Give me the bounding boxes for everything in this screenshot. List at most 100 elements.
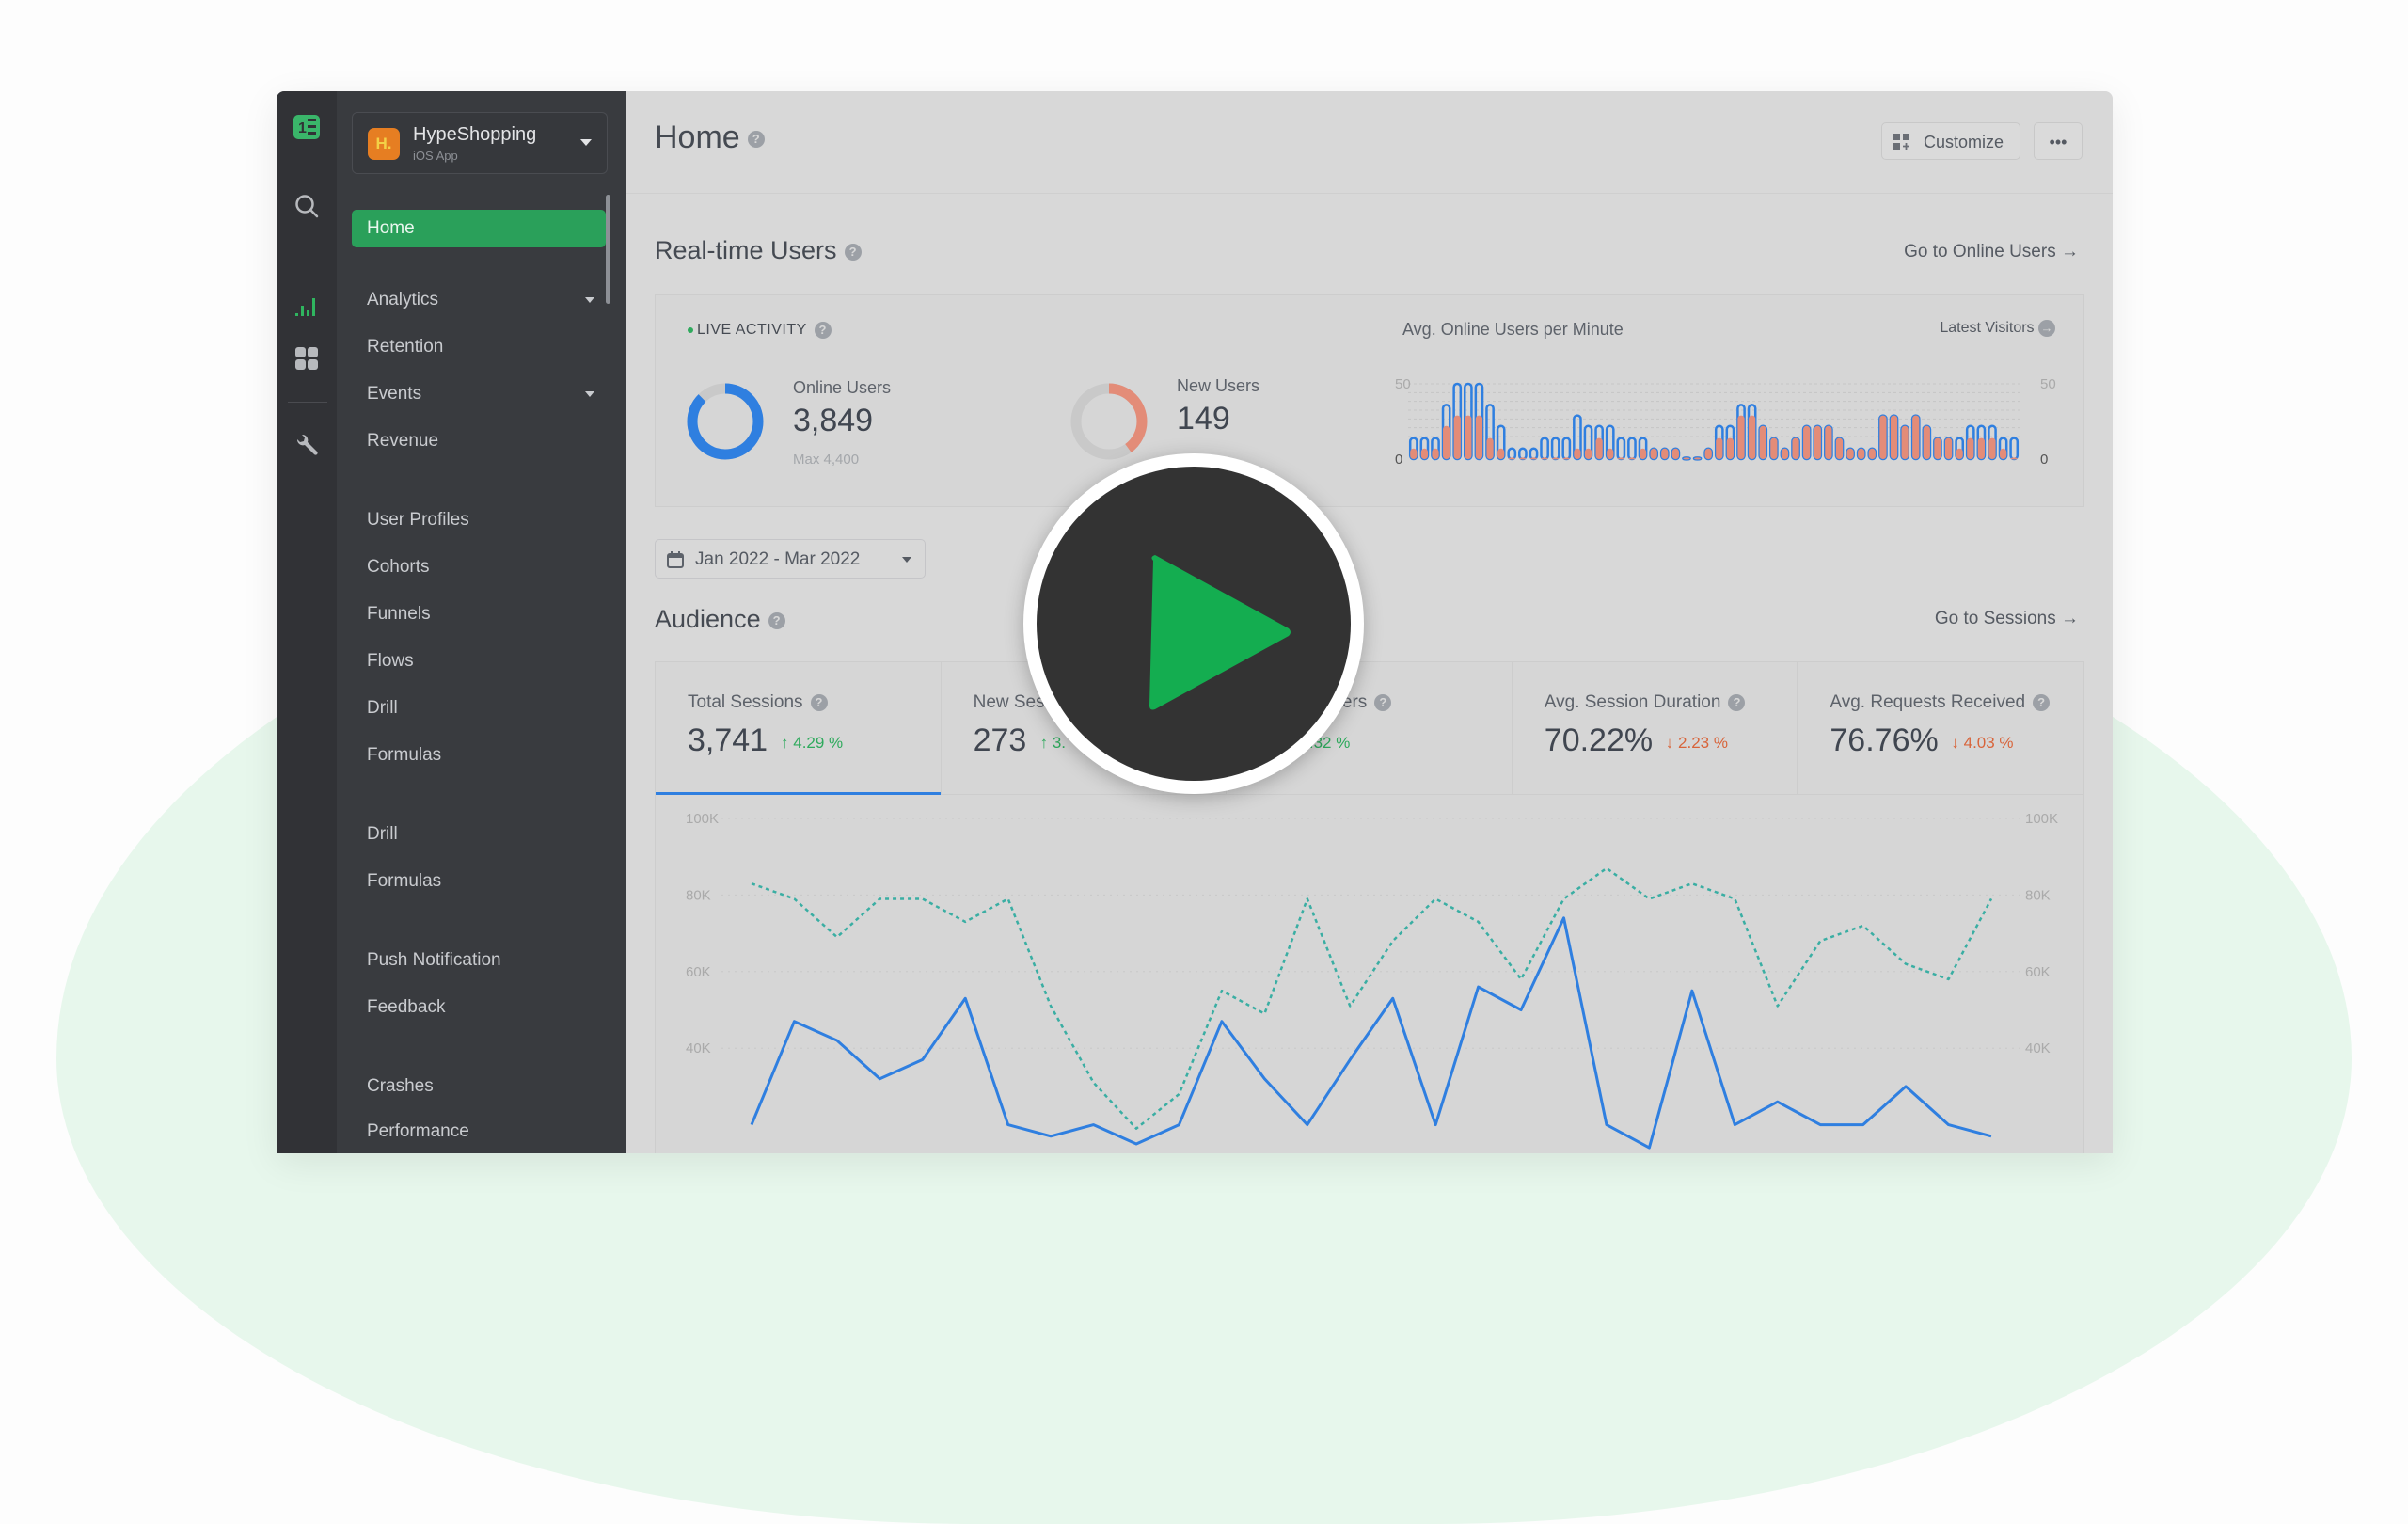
- sidebar-item-label: Formulas: [367, 871, 442, 891]
- sidebar-item-push-notification[interactable]: Push Notification: [352, 942, 606, 979]
- kpi-delta-text: 2.23 %: [1678, 734, 1728, 752]
- main-content: Home? Customize ••• Real-time Users? Go …: [626, 91, 2113, 1153]
- sidebar-item-revenue[interactable]: Revenue: [352, 422, 606, 460]
- new-users-bar: [1956, 448, 1963, 459]
- kpi-tab-avg-requests-received[interactable]: Avg. Requests Received? 76.76% ↓ 4.03 %: [1798, 662, 2083, 794]
- new-users-bar: [1519, 457, 1527, 460]
- wrench-icon[interactable]: [292, 430, 322, 460]
- line-y-tick-right: 60K: [2025, 964, 2051, 980]
- sidebar-item-performance[interactable]: Performance: [352, 1113, 606, 1151]
- new-users-bar: [1639, 448, 1647, 459]
- online-users-donut: [687, 383, 764, 460]
- kpi-value: 273: [973, 722, 1027, 758]
- line-y-tick-right: 100K: [2025, 811, 2058, 827]
- sidebar-item-retention[interactable]: Retention: [352, 328, 606, 366]
- new-users-bar: [1846, 448, 1854, 459]
- new-users-bar: [1628, 457, 1636, 460]
- chevron-down-icon: [585, 297, 594, 303]
- online-users-bar: [1529, 447, 1539, 461]
- kpi-tab-total-sessions[interactable]: Total Sessions? 3,741 ↑ 4.29 %: [656, 662, 942, 795]
- latest-visitors-link[interactable]: Latest Visitors →: [1940, 320, 2055, 337]
- new-users-bar: [1749, 415, 1756, 459]
- sidebar-item-home[interactable]: Home: [352, 210, 606, 247]
- per-minute-title: Avg. Online Users per Minute: [1402, 320, 1624, 339]
- help-icon[interactable]: ?: [814, 322, 832, 339]
- sidebar-item-label: Revenue: [367, 431, 439, 451]
- help-icon[interactable]: ?: [810, 693, 828, 711]
- analytics-bars-icon[interactable]: [292, 291, 322, 321]
- sidebar-item-analytics[interactable]: Analytics: [352, 281, 606, 319]
- help-icon[interactable]: ?: [1374, 693, 1392, 711]
- online-users-bar: [1561, 437, 1572, 461]
- play-icon: [1149, 555, 1291, 710]
- new-users-bar: [1650, 448, 1657, 459]
- new-users-bar: [1497, 448, 1505, 459]
- new-users-bar: [1967, 437, 1974, 459]
- new-users-bar: [1508, 457, 1515, 460]
- logo-icon[interactable]: 1: [292, 112, 322, 142]
- page-title: Home?: [655, 119, 765, 156]
- sidebar-item-crashes[interactable]: Crashes: [352, 1068, 606, 1105]
- link-text: Go to Online Users: [1904, 242, 2056, 262]
- audience-title: Audience?: [655, 605, 785, 634]
- kpi-tab-avg-session-duration[interactable]: Avg. Session Duration? 70.22% ↓ 2.23 %: [1513, 662, 1798, 794]
- previous-period-line: [751, 866, 1993, 1130]
- help-icon[interactable]: ?: [2033, 693, 2051, 711]
- online-users-bar: [1518, 447, 1528, 461]
- app-switcher[interactable]: H. HypeShopping iOS App: [352, 112, 608, 174]
- sidebar-item-drill[interactable]: Drill: [352, 690, 606, 727]
- play-video-button[interactable]: [1023, 453, 1364, 794]
- help-icon[interactable]: ?: [747, 131, 765, 149]
- new-users-bar: [1716, 437, 1723, 459]
- new-users-label: New Users: [1177, 376, 1260, 395]
- sidebar-scrollbar[interactable]: [606, 195, 610, 304]
- sidebar-item-user-profiles[interactable]: User Profiles: [352, 501, 606, 539]
- sidebar-item-cohorts[interactable]: Cohorts: [352, 548, 606, 586]
- new-users-bar: [1443, 425, 1450, 459]
- sidebar-item-funnels[interactable]: Funnels: [352, 595, 606, 633]
- sidebar-item-drill[interactable]: Drill: [352, 816, 606, 853]
- more-options-button[interactable]: •••: [2034, 122, 2083, 160]
- line-y-tick-left: 40K: [686, 1040, 711, 1056]
- new-users-bar: [1825, 425, 1832, 459]
- kpi-label-text: Avg. Requests Received: [1830, 692, 2026, 712]
- play-button-background: [1037, 467, 1351, 781]
- new-users-bar: [1574, 448, 1581, 459]
- new-users-value: 149: [1177, 401, 1230, 437]
- new-users-bar: [1803, 425, 1811, 459]
- help-icon[interactable]: ?: [844, 243, 862, 261]
- help-icon[interactable]: ?: [768, 611, 785, 629]
- sidebar-item-label: Analytics: [367, 290, 439, 310]
- realtime-title-text: Real-time Users: [655, 236, 837, 264]
- new-users-bar: [1465, 415, 1472, 459]
- date-range-text: Jan 2022 - Mar 2022: [695, 549, 861, 569]
- sidebar-item-label: Home: [367, 218, 415, 238]
- dashboard-grid-icon[interactable]: [292, 343, 322, 373]
- kpi-value: 76.76%: [1830, 722, 1939, 758]
- search-icon[interactable]: [292, 191, 322, 221]
- online-users-donut-fill: [687, 383, 764, 460]
- new-users-bar: [1988, 437, 1996, 459]
- sidebar-item-formulas[interactable]: Formulas: [352, 737, 606, 774]
- new-users-bar: [1541, 457, 1548, 460]
- live-activity-label: LIVE ACTIVITY?: [688, 322, 832, 339]
- arrow-up-icon: ↑: [781, 734, 789, 752]
- go-to-online-users-link[interactable]: Go to Online Users →: [1904, 242, 2079, 262]
- date-range-picker[interactable]: Jan 2022 - Mar 2022: [655, 539, 926, 579]
- help-icon[interactable]: ?: [1728, 693, 1746, 711]
- audience-card: Total Sessions? 3,741 ↑ 4.29 % New Sessions…: [655, 661, 2084, 1153]
- go-to-sessions-link[interactable]: Go to Sessions →: [1935, 609, 2079, 629]
- svg-text:1: 1: [298, 120, 307, 136]
- sidebar-item-label: Push Notification: [367, 950, 501, 970]
- arrow-right-icon: →: [2061, 242, 2079, 262]
- header: Home? Customize •••: [626, 91, 2113, 194]
- sidebar-item-formulas[interactable]: Formulas: [352, 863, 606, 900]
- sidebar-item-events[interactable]: Events: [352, 375, 606, 413]
- customize-button[interactable]: Customize: [1881, 122, 2020, 160]
- new-users-bar: [1420, 448, 1429, 459]
- new-users-bar: [1661, 448, 1669, 459]
- sidebar-item-flows[interactable]: Flows: [352, 643, 606, 680]
- sidebar-item-feedback[interactable]: Feedback: [352, 989, 606, 1026]
- new-users-bar: [1868, 448, 1876, 459]
- new-users-bar: [1453, 415, 1461, 459]
